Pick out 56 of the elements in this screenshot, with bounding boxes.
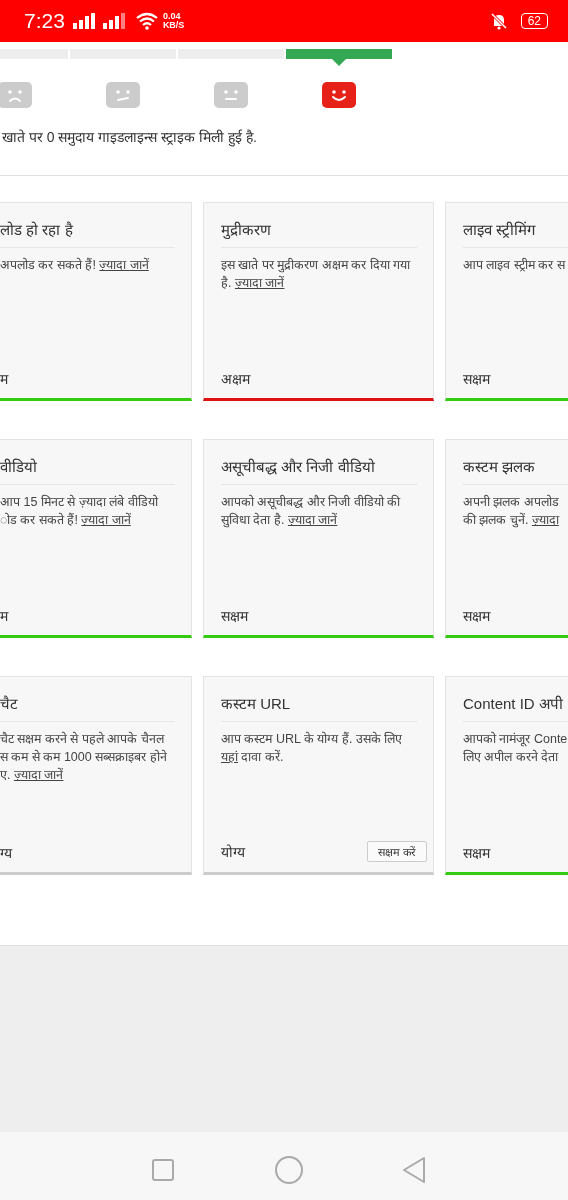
learn-more-link[interactable]: ज़्यादा जानें <box>234 274 285 292</box>
face-icon <box>214 82 248 108</box>
status-label: सक्षम <box>221 607 248 625</box>
card-description: अपलोड कर सकते हैं! <box>0 256 97 274</box>
status-label: सक्षम <box>463 844 490 862</box>
speed-unit: KB/S <box>162 21 185 30</box>
learn-more-link[interactable]: ज़्यादा जानें <box>13 766 64 784</box>
face-icon <box>322 82 356 108</box>
card-title: कस्टम URL <box>221 693 417 722</box>
card-description: ोड कर सकते हैं! <box>0 511 79 529</box>
status-label: सक्षम <box>463 370 490 388</box>
card-description: स कम से कम 1000 सब्सक्राइबर होने <box>0 748 167 766</box>
status-label: योग्य <box>221 843 245 861</box>
card-description: दावा करें. <box>240 748 284 766</box>
status-label: म <box>0 607 8 625</box>
card-title: वीडियो <box>0 456 175 485</box>
status-label: म <box>0 370 8 388</box>
card-title: मुद्रीकरण <box>221 219 417 248</box>
card-description: अपनी झलक अपलोड <box>463 493 559 511</box>
card-description: आप कस्टम URL के योग्य हैं. उसके लिए <box>221 730 403 748</box>
card-description: ए. <box>0 767 12 784</box>
card-description: सुविधा देता है. <box>221 511 286 529</box>
status-label: अक्षम <box>221 370 250 388</box>
card-title: लोड हो रहा है <box>0 219 175 248</box>
enable-button[interactable]: सक्षम करें <box>366 841 427 862</box>
card-title: कस्टम झलक <box>463 456 568 485</box>
card-description: आप लाइव स्ट्रीम कर स <box>463 257 565 274</box>
wifi-icon <box>134 12 159 30</box>
card-description: इस खाते पर मुद्रीकरण अक्षम कर दिया गया <box>221 256 411 274</box>
card-title: असूचीबद्ध और निजी वीडियो <box>221 456 417 485</box>
learn-more-link[interactable]: ज़्यादा जानें <box>99 256 149 274</box>
status-label: सक्षम <box>463 607 490 625</box>
speed-value: 0.04 <box>162 12 182 21</box>
card-description: चैट सक्षम करने से पहले आपके चैनल <box>0 730 164 748</box>
card-title: लाइव स्ट्रीमिंग <box>463 219 568 248</box>
home-icon[interactable] <box>274 1155 304 1185</box>
card-description: है. <box>221 274 233 292</box>
pointer-icon <box>332 59 346 66</box>
card-description: आपको असूचीबद्ध और निजी वीडियो की <box>221 493 401 511</box>
card-title: Content ID अपी <box>463 693 568 722</box>
battery-level: 62 <box>520 13 548 29</box>
signal-icon <box>72 13 97 29</box>
face-icon <box>106 82 140 108</box>
clock-time: 7:23 <box>24 9 65 33</box>
learn-more-link[interactable]: ज़्यादा जानें <box>287 511 338 529</box>
status-label: ग्य <box>0 844 12 862</box>
card-description: आप 15 मिनट से ज़्यादा लंबे वीडियो <box>0 493 158 511</box>
learn-more-link[interactable]: यहां <box>221 748 238 766</box>
card-description: की झलक चुनें. <box>463 511 530 529</box>
card-title: चैट <box>0 693 175 722</box>
learn-more-link[interactable]: ज़्यादा जानें <box>81 511 131 529</box>
signal-icon <box>102 13 127 29</box>
strike-message: खाते पर 0 समुदाय गाइडलाइन्स स्ट्राइक मिली हुई है. <box>1 128 258 149</box>
card-description: लिए अपील करने देता <box>463 748 559 766</box>
card-description: आपको नामंजूर Conte <box>463 730 568 748</box>
learn-more-link[interactable]: ज़्यादा <box>531 511 559 529</box>
